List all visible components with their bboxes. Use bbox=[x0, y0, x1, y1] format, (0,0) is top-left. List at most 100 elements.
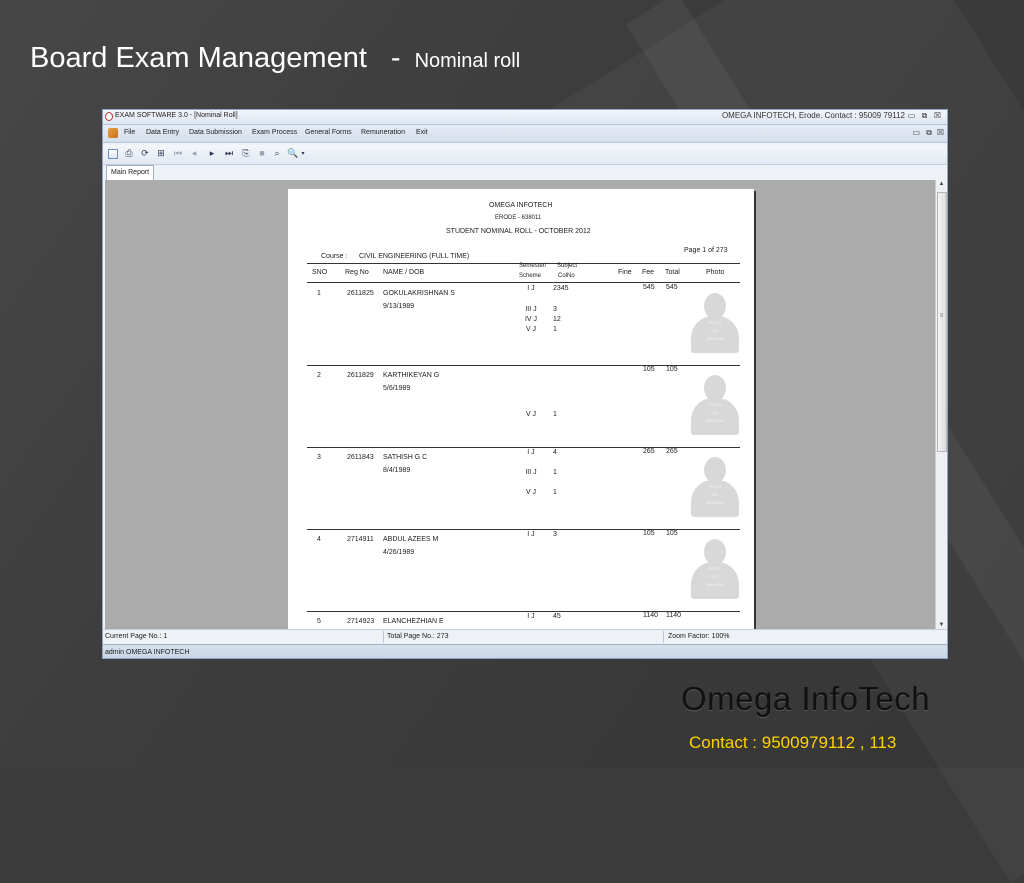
cell-total: 1140 bbox=[666, 612, 682, 619]
cell-colno: 2345 bbox=[553, 285, 569, 292]
contact-info: Contact : 9500979112 , 113 bbox=[689, 733, 897, 752]
photo-placeholder-text: PHOTO bbox=[708, 567, 722, 571]
slide-subtitle: Nominal roll bbox=[414, 50, 521, 72]
cell-regno: 2714923 bbox=[347, 618, 375, 625]
report-title: STUDENT NOMINAL ROLL - OCTOBER 2012 bbox=[446, 228, 591, 235]
col-fee: Fee bbox=[642, 269, 655, 276]
cell-total: 265 bbox=[666, 448, 678, 455]
mdi-restore-icon[interactable]: ⧉ bbox=[926, 128, 932, 138]
header-bottom-rule bbox=[307, 282, 740, 283]
cell-fee: 105 bbox=[643, 366, 655, 373]
photo-placeholder: PHOTO NOT AVAILABLE bbox=[689, 454, 741, 518]
cell-dob: 8/4/1989 bbox=[383, 467, 411, 474]
cell-regno: 2611825 bbox=[347, 290, 374, 297]
col-regno: Reg No bbox=[345, 269, 369, 276]
cell-semester: I J bbox=[527, 449, 535, 456]
cell-sno: 3 bbox=[317, 454, 321, 461]
col-name-dob: NAME / DOB bbox=[383, 269, 425, 276]
mdi-close-icon[interactable]: ☒ bbox=[937, 128, 944, 137]
restore-icon[interactable]: ⧉ bbox=[919, 111, 930, 121]
vertical-scrollbar[interactable]: ▲ ≡ ▼ bbox=[935, 180, 947, 629]
photo-placeholder-text: NOT bbox=[711, 329, 719, 333]
cell-colno: 1 bbox=[553, 489, 557, 496]
photo-placeholder-text: NOT bbox=[711, 411, 719, 415]
cell-semester: IV J bbox=[524, 316, 538, 323]
photo-placeholder-text: NOT bbox=[711, 575, 719, 579]
mdi-minimize-icon[interactable]: ▭ bbox=[912, 128, 920, 137]
scroll-down-icon[interactable]: ▼ bbox=[936, 622, 947, 628]
scroll-thumb[interactable] bbox=[937, 192, 947, 452]
report-city: ERODE - 638011 bbox=[495, 215, 542, 221]
cell-semester: III J bbox=[525, 469, 537, 476]
current-page-status: Current Page No.: 1 bbox=[105, 633, 168, 640]
col-fine: Fine bbox=[618, 269, 632, 276]
cell-fee: 545 bbox=[643, 284, 655, 291]
col-subject: Subject bbox=[557, 263, 578, 269]
first-page-icon[interactable]: ⏮ bbox=[172, 148, 184, 159]
cell-name: GOKULAKRISHNAN S bbox=[383, 290, 455, 297]
cell-colno: 1 bbox=[553, 326, 557, 333]
photo-placeholder-text: AVAILABLE bbox=[705, 337, 725, 341]
last-page-icon[interactable]: ⏭ bbox=[223, 148, 235, 159]
menu-exit[interactable]: Exit bbox=[416, 129, 428, 136]
photo-placeholder-text: NOT bbox=[711, 493, 719, 497]
photo-placeholder-text: PHOTO bbox=[708, 321, 722, 325]
cell-regno: 2611843 bbox=[347, 454, 374, 461]
scroll-up-icon[interactable]: ▲ bbox=[936, 181, 947, 187]
goto-page-icon[interactable]: ⎘ bbox=[240, 148, 252, 159]
zoom-dropdown-icon[interactable]: ▾ bbox=[297, 150, 309, 157]
report-page: OMEGA INFOTECH ERODE - 638011 STUDENT NO… bbox=[288, 189, 754, 629]
cell-semester: V J bbox=[525, 411, 537, 418]
group-tree-icon[interactable]: ⊞ bbox=[155, 148, 167, 159]
cell-name: ELANCHEZHIAN E bbox=[383, 618, 444, 625]
menu-data-entry[interactable]: Data Entry bbox=[146, 129, 179, 136]
menu-file[interactable]: File bbox=[124, 129, 135, 136]
cell-total: 105 bbox=[666, 530, 678, 537]
cell-sno: 2 bbox=[317, 372, 321, 379]
status-divider bbox=[663, 631, 664, 643]
cell-colno: 3 bbox=[553, 306, 557, 313]
cell-total: 105 bbox=[666, 366, 678, 373]
cell-total: 545 bbox=[666, 284, 678, 291]
app-window: EXAM SOFTWARE 3.0 - [Nominal Roll] OMEGA… bbox=[102, 109, 948, 659]
document-menu-icon[interactable] bbox=[108, 128, 118, 138]
menu-remuneration[interactable]: Remuneration bbox=[361, 129, 405, 136]
print-icon[interactable]: ⎙ bbox=[123, 148, 135, 159]
page-info: Page 1 of 273 bbox=[684, 247, 728, 254]
slide-title: Board Exam Management - Nominal roll bbox=[30, 42, 520, 75]
slide-title-dash: - bbox=[390, 42, 401, 74]
cell-semester: V J bbox=[525, 326, 537, 333]
export-icon[interactable] bbox=[108, 149, 118, 159]
menu-general-forms[interactable]: General Forms bbox=[305, 129, 352, 136]
menu-exam-process[interactable]: Exam Process bbox=[252, 129, 297, 136]
stop-icon[interactable]: ■ bbox=[256, 148, 268, 158]
cell-semester: III J bbox=[525, 306, 537, 313]
course-name: CIVIL ENGINEERING (FULL TIME) bbox=[359, 253, 470, 260]
photo-placeholder-text: PHOTO bbox=[708, 403, 722, 407]
find-icon[interactable]: ⌕ bbox=[271, 148, 283, 159]
cell-colno: 4 bbox=[553, 449, 557, 456]
cell-fee: 1140 bbox=[643, 612, 659, 619]
photo-placeholder: PHOTO NOT AVAILABLE bbox=[689, 290, 741, 354]
cell-sno: 5 bbox=[317, 618, 321, 625]
minimize-icon[interactable]: ▭ bbox=[906, 111, 917, 120]
cell-colno: 1 bbox=[553, 411, 557, 418]
photo-placeholder-text: AVAILABLE bbox=[705, 501, 725, 505]
cell-semester: I J bbox=[527, 613, 535, 620]
previous-page-icon[interactable]: ◂ bbox=[188, 148, 200, 159]
next-page-icon[interactable]: ▸ bbox=[206, 148, 218, 159]
close-icon[interactable]: ☒ bbox=[932, 111, 943, 120]
cell-name: KARTHIKEYAN G bbox=[383, 372, 440, 379]
cell-semester: V J bbox=[525, 489, 537, 496]
cell-colno: 3 bbox=[553, 531, 557, 538]
refresh-icon[interactable]: ⟳ bbox=[139, 148, 151, 159]
total-page-status: Total Page No.: 273 bbox=[387, 633, 449, 640]
window-company-contact: OMEGA INFOTECH, Erode. Contact : 95009 7… bbox=[721, 111, 905, 120]
course-label: Course : bbox=[321, 253, 348, 260]
zoom-factor-status: Zoom Factor: 100% bbox=[668, 633, 730, 640]
cell-fee: 265 bbox=[643, 448, 655, 455]
tab-main-report[interactable]: Main Report bbox=[106, 165, 155, 180]
brand-name: Omega InfoTech bbox=[681, 680, 931, 717]
cell-dob: 9/13/1989 bbox=[383, 303, 415, 310]
menu-data-submission[interactable]: Data Submission bbox=[189, 129, 242, 136]
